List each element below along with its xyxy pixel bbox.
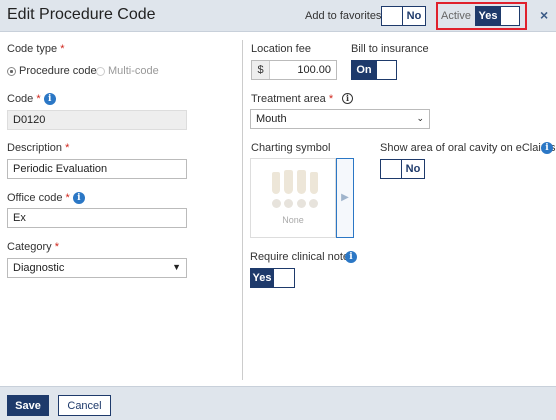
bill-insurance-toggle-value: On: [352, 61, 376, 79]
radio-procedure-code[interactable]: Procedure code: [7, 65, 97, 77]
tooth-occlusal-image: [297, 199, 306, 208]
office-code-label-text: Office code: [7, 192, 63, 204]
office-code-field[interactable]: Ex: [7, 208, 187, 228]
tooth-image: [297, 170, 306, 194]
description-label: Description *: [7, 142, 69, 154]
column-divider: [242, 40, 243, 380]
required-mark: *: [54, 241, 59, 253]
tooth-occlusal-image: [309, 199, 318, 208]
treatment-area-label: Treatment area *: [251, 93, 333, 105]
favorites-label: Add to favorites: [305, 10, 382, 22]
tooth-image: [284, 170, 293, 194]
clinical-note-toggle-value: Yes: [251, 269, 273, 287]
close-icon[interactable]: ×: [540, 7, 548, 23]
required-mark: *: [60, 43, 65, 55]
tooth-image: [310, 172, 318, 194]
location-fee-label: Location fee: [251, 43, 311, 55]
chevron-down-icon: ▼: [172, 262, 181, 272]
category-label: Category *: [7, 241, 59, 253]
tooth-occlusal-image: [284, 199, 293, 208]
bill-insurance-toggle-knob: [376, 61, 396, 79]
code-label: Code * i: [7, 93, 56, 106]
info-circle-icon[interactable]: i: [541, 142, 553, 154]
info-outline-icon[interactable]: i: [342, 93, 353, 104]
radio-unselected-icon: [96, 66, 105, 76]
location-fee-value: 100.00: [297, 64, 331, 76]
active-toggle[interactable]: Yes: [475, 6, 520, 26]
charting-symbol-preview[interactable]: None: [250, 158, 336, 238]
charting-symbol-label: Charting symbol: [251, 142, 331, 154]
favorites-toggle-value: No: [403, 7, 425, 25]
bill-insurance-toggle[interactable]: On: [351, 60, 397, 80]
radio-procedure-code-label: Procedure code: [19, 65, 97, 77]
description-label-text: Description: [7, 142, 63, 154]
treatment-area-select[interactable]: Mouth ⌄: [250, 109, 430, 129]
treatment-area-select-value: Mouth: [256, 113, 287, 125]
code-field: D0120: [7, 110, 187, 130]
radio-selected-icon: [7, 66, 16, 76]
save-button[interactable]: Save: [7, 395, 49, 416]
dialog-title: Edit Procedure Code: [7, 6, 156, 23]
required-mark: *: [328, 93, 334, 105]
location-fee-field[interactable]: $ 100.00: [251, 60, 337, 80]
info-circle-icon[interactable]: i: [345, 251, 357, 263]
favorites-toggle[interactable]: No: [381, 6, 426, 26]
active-toggle-value: Yes: [476, 7, 500, 25]
cancel-button[interactable]: Cancel: [58, 395, 111, 416]
clinical-note-label: Require clinical note: [250, 251, 350, 263]
code-label-text: Code: [7, 93, 34, 105]
category-select-value: Diagnostic: [13, 262, 65, 274]
tooth-image: [272, 172, 280, 194]
eclaims-toggle-knob: [381, 160, 402, 178]
dialog-header: Edit Procedure Code Add to favorites No …: [0, 0, 556, 32]
required-mark: *: [65, 192, 70, 204]
description-field[interactable]: Periodic Evaluation: [7, 159, 187, 179]
code-type-label-text: Code type: [7, 43, 58, 55]
code-type-label: Code type *: [7, 43, 65, 55]
required-mark: *: [65, 142, 70, 154]
eclaims-toggle-value: No: [402, 160, 424, 178]
required-mark: *: [36, 93, 41, 105]
chevron-right-icon[interactable]: ▶: [336, 158, 354, 238]
radio-multi-code-label: Multi-code: [108, 65, 159, 77]
eclaims-label: Show area of oral cavity on eClaims: [380, 142, 556, 154]
category-label-text: Category: [7, 241, 52, 253]
clinical-note-toggle[interactable]: Yes: [250, 268, 295, 288]
radio-multi-code[interactable]: Multi-code: [96, 65, 159, 77]
info-circle-icon[interactable]: i: [43, 93, 56, 106]
charting-none-label: None: [282, 215, 304, 225]
active-label: Active: [441, 10, 471, 22]
active-toggle-knob: [500, 7, 519, 25]
treatment-area-label-text: Treatment area: [251, 93, 326, 105]
office-code-label: Office code * i: [7, 192, 85, 205]
category-select[interactable]: Diagnostic ▼: [7, 258, 187, 278]
clinical-note-toggle-knob: [273, 269, 294, 287]
bill-insurance-label: Bill to insurance: [351, 43, 429, 55]
tooth-occlusal-image: [272, 199, 281, 208]
currency-prefix: $: [252, 61, 270, 79]
chevron-down-icon: ⌄: [416, 113, 424, 123]
eclaims-toggle[interactable]: No: [380, 159, 425, 179]
favorites-toggle-knob: [382, 7, 403, 25]
info-circle-icon[interactable]: i: [72, 192, 85, 205]
dialog-footer: Save Cancel: [0, 386, 556, 420]
